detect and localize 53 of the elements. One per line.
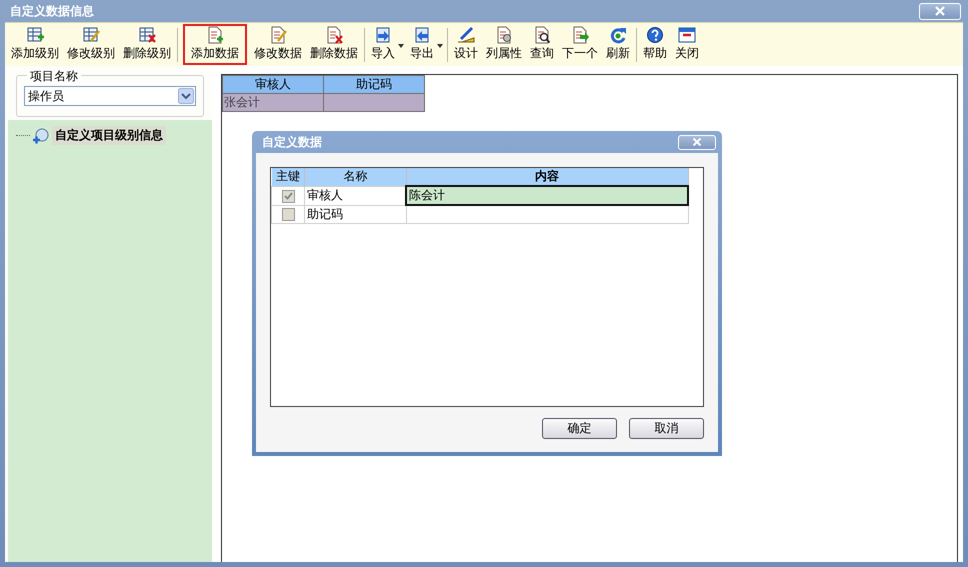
- column-header: 名称: [304, 168, 406, 186]
- tree-item[interactable]: 自定义项目级别信息: [52, 126, 166, 145]
- refresh-icon: [609, 26, 627, 44]
- toolbar-button[interactable]: 查询: [526, 24, 558, 65]
- toolbar-button[interactable]: 设计: [450, 24, 482, 65]
- column-header: 主键: [272, 168, 304, 186]
- column-header: 审核人: [222, 76, 324, 94]
- chevron-down-icon: [178, 88, 194, 104]
- table-cell: 张会计: [222, 94, 324, 112]
- toolbar-button[interactable]: 添加级别: [7, 24, 63, 65]
- dialog-button[interactable]: 取消: [629, 418, 704, 439]
- toolbar-button[interactable]: 导入: [367, 24, 399, 65]
- table-cell: 助记码: [304, 205, 406, 224]
- toolbar-button[interactable]: 删除级别: [119, 24, 175, 65]
- magnifier-document-icon: [533, 26, 551, 44]
- checkbox[interactable]: [282, 190, 294, 203]
- toolbar-button[interactable]: 添加数据: [183, 24, 247, 65]
- value-cell[interactable]: [406, 205, 688, 224]
- dialog-title: 自定义数据: [262, 134, 322, 150]
- toolbar-button[interactable]: 修改数据: [250, 24, 306, 65]
- toolbar-button[interactable]: 刷新: [602, 24, 634, 65]
- document-pencil-icon: [269, 26, 287, 44]
- caret-icon[interactable]: [437, 44, 443, 48]
- dialog-button[interactable]: 确定: [542, 418, 617, 439]
- close-icon: [692, 138, 702, 146]
- caret-icon[interactable]: [398, 44, 404, 48]
- toolbar-button[interactable]: 列属性: [482, 24, 526, 65]
- document-cross-icon: [325, 26, 343, 44]
- toolbar-button[interactable]: 帮助: [639, 24, 671, 65]
- help-icon: [646, 26, 664, 44]
- value-cell[interactable]: 陈会计: [406, 186, 688, 205]
- document-plus-icon: [206, 26, 224, 44]
- close-button[interactable]: [919, 2, 961, 20]
- grid-cross-icon: [138, 26, 156, 44]
- toolbar-button[interactable]: 修改级别: [63, 24, 119, 65]
- window-close-icon: [678, 26, 696, 44]
- globe-plus-icon: [32, 128, 50, 144]
- grid-pencil-icon: [82, 26, 100, 44]
- toolbar-button[interactable]: 关闭: [671, 24, 703, 65]
- close-button[interactable]: [678, 134, 716, 150]
- document-arrow-icon: [571, 26, 589, 44]
- grid-plus-icon: [26, 26, 44, 44]
- toolbar-button[interactable]: 导出: [406, 24, 438, 65]
- column-header: 内容: [406, 168, 688, 186]
- checkbox[interactable]: [282, 208, 294, 222]
- ruler-pencil-icon: [457, 26, 475, 44]
- window-title: 自定义数据信息: [10, 2, 94, 20]
- close-icon: [934, 6, 946, 16]
- toolbar-button[interactable]: 删除数据: [306, 24, 362, 65]
- toolbar-button[interactable]: 下一个: [558, 24, 602, 65]
- column-header: 助记码: [324, 76, 424, 94]
- project-dropdown[interactable]: 操作员: [24, 86, 196, 106]
- group-label: 项目名称: [27, 68, 81, 85]
